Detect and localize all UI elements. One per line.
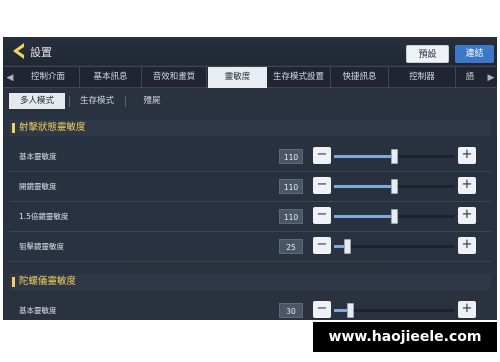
sensitivity-row: 狙擊鏡靈敏度 25 − +	[9, 234, 491, 262]
slider-handle[interactable]	[347, 303, 354, 318]
sensitivity-row: 基本靈敏度 110 − +	[9, 144, 491, 172]
site-watermark: www.haojieele.com	[313, 322, 497, 352]
settings-header: 設置 預設 連結	[3, 37, 497, 65]
default-button[interactable]: 預設	[406, 45, 449, 63]
row-label: 狙擊鏡靈敏度	[19, 242, 64, 251]
decrease-button[interactable]: −	[313, 147, 331, 164]
connect-button[interactable]: 連結	[455, 45, 494, 63]
subtab-zombie[interactable]: 殭屍	[126, 93, 178, 109]
increase-button[interactable]: +	[458, 301, 476, 318]
row-label: 基本靈敏度	[19, 152, 57, 161]
sensitivity-slider[interactable]	[334, 239, 454, 254]
increase-button[interactable]: +	[458, 177, 476, 194]
sensitivity-row: 開鏡靈敏度 110 − +	[9, 174, 491, 202]
tab-audio-graphics[interactable]: 音效和畫質	[142, 67, 207, 88]
sensitivity-slider[interactable]	[334, 149, 454, 164]
increase-button[interactable]: +	[458, 237, 476, 254]
tab-language[interactable]: 語	[456, 67, 484, 88]
section-gyroscope-sensitivity: 陀螺儀靈敏度	[9, 274, 491, 290]
slider-handle[interactable]	[391, 149, 398, 164]
settings-tab-bar: ◀ 控制介面 基本訊息 音效和畫質 靈敏度 生存模式設置 快捷訊息 控制器 語 …	[3, 66, 497, 88]
tab-sensitivity[interactable]: 靈敏度	[208, 67, 267, 88]
increase-button[interactable]: +	[458, 207, 476, 224]
row-value[interactable]: 30	[279, 303, 303, 318]
tab-scroll-right-icon[interactable]: ▶	[484, 67, 497, 89]
subtab-multiplayer[interactable]: 多人模式	[9, 93, 65, 109]
sensitivity-row: 基本靈敏度 30 − +	[9, 298, 491, 320]
subtab-survival[interactable]: 生存模式	[70, 93, 124, 109]
decrease-button[interactable]: −	[313, 301, 331, 318]
tab-controller[interactable]: 控制器	[389, 67, 456, 88]
row-label: 基本靈敏度	[19, 306, 57, 315]
section-shooting-sensitivity: 射擊狀態靈敏度	[9, 120, 491, 136]
tab-control-interface[interactable]: 控制介面	[17, 67, 80, 88]
sensitivity-slider[interactable]	[334, 303, 454, 318]
sensitivity-row: 1.5倍鏡靈敏度 110 − +	[9, 204, 491, 232]
section-title: 陀螺儀靈敏度	[19, 276, 77, 287]
slider-fill	[334, 215, 394, 218]
back-arrow-icon[interactable]	[11, 42, 27, 60]
section-title: 射擊狀態靈敏度	[19, 122, 86, 133]
row-label: 開鏡靈敏度	[19, 182, 57, 191]
row-value[interactable]: 25	[279, 239, 303, 254]
slider-handle[interactable]	[344, 239, 351, 254]
slider-fill	[334, 155, 394, 158]
tab-survival-settings[interactable]: 生存模式設置	[267, 67, 331, 88]
decrease-button[interactable]: −	[313, 207, 331, 224]
row-label: 1.5倍鏡靈敏度	[19, 212, 69, 221]
row-value[interactable]: 110	[279, 179, 303, 194]
row-value[interactable]: 110	[279, 149, 303, 164]
slider-fill	[334, 185, 394, 188]
sensitivity-slider[interactable]	[334, 179, 454, 194]
tab-basic-info[interactable]: 基本訊息	[80, 67, 142, 88]
slider-handle[interactable]	[391, 209, 398, 224]
slider-handle[interactable]	[391, 179, 398, 194]
tab-scroll-left-icon[interactable]: ◀	[3, 67, 17, 89]
row-value[interactable]: 110	[279, 209, 303, 224]
increase-button[interactable]: +	[458, 147, 476, 164]
page-title: 設置	[30, 46, 52, 59]
game-settings-screen: 設置 預設 連結 ◀ 控制介面 基本訊息 音效和畫質 靈敏度 生存模式設置 快捷…	[3, 37, 497, 320]
decrease-button[interactable]: −	[313, 177, 331, 194]
sensitivity-slider[interactable]	[334, 209, 454, 224]
decrease-button[interactable]: −	[313, 237, 331, 254]
tab-quick-messages[interactable]: 快捷訊息	[331, 67, 389, 88]
